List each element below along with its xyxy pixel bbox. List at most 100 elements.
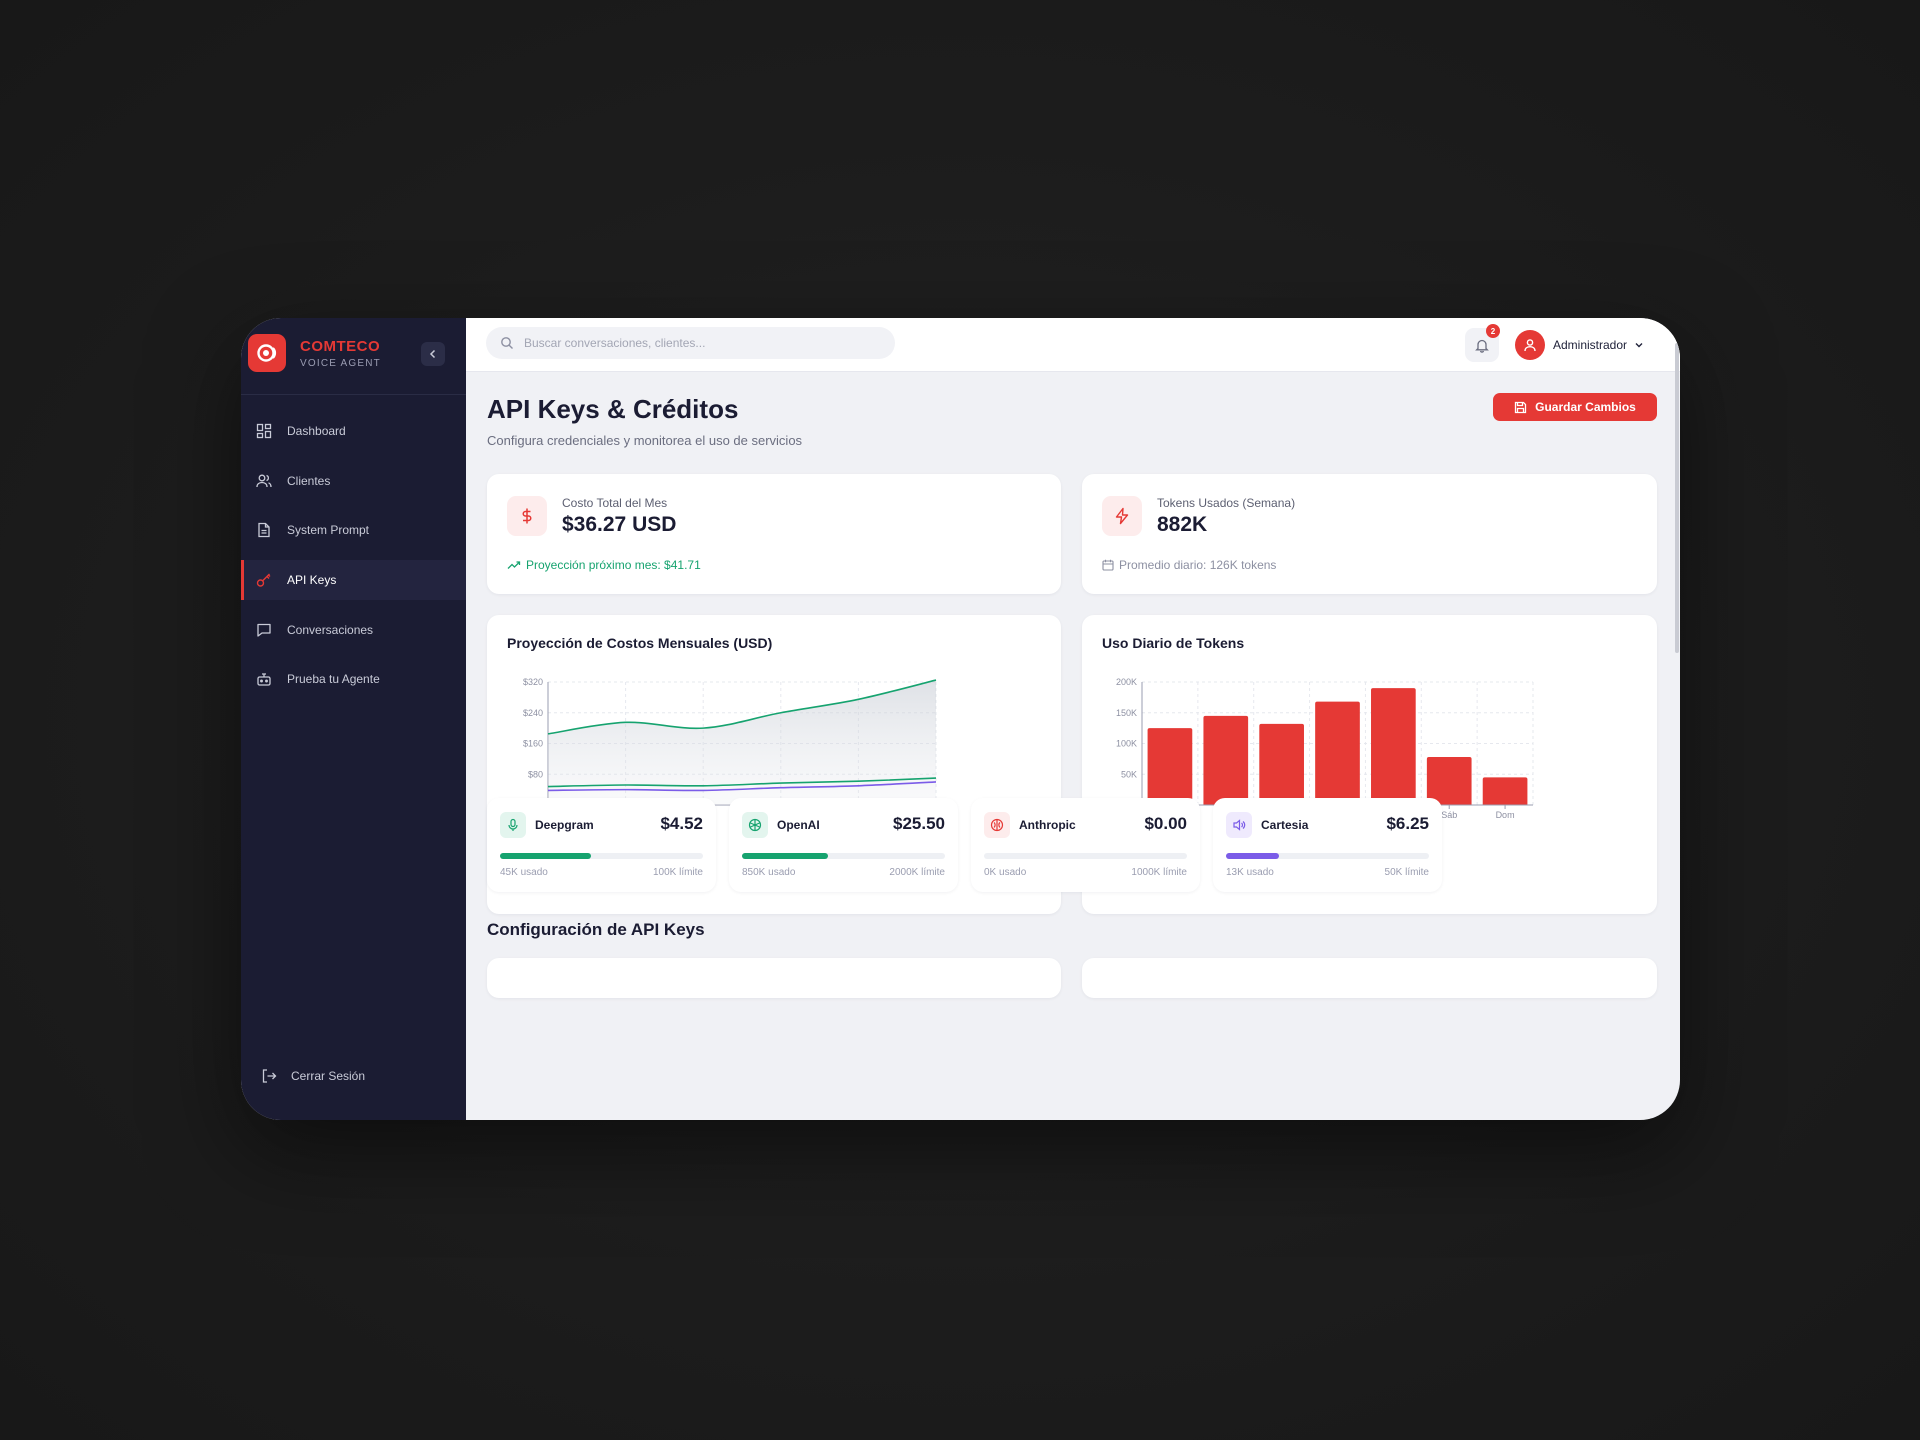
openai-icon: [742, 812, 768, 838]
cost-stat-card: Costo Total del Mes $36.27 USD Proyecció…: [487, 474, 1061, 594]
provider-card-anthropic[interactable]: Anthropic $0.00 0K usado 1000K límite: [971, 798, 1200, 892]
speaker-icon: [1226, 812, 1252, 838]
user-icon: [1524, 339, 1536, 352]
sidebar-item-label: System Prompt: [287, 523, 370, 538]
provider-cost: $25.50: [893, 814, 945, 833]
cost-stat-value: $36.27 USD: [562, 513, 677, 536]
trending-up-icon: [507, 560, 521, 570]
grid-icon: [255, 422, 273, 440]
y-tick-label: $240: [523, 708, 543, 718]
y-tick-label: $160: [523, 739, 543, 749]
page-subtitle: Configura credenciales y monitorea el us…: [487, 433, 803, 448]
provider-name: Cartesia: [1261, 818, 1309, 832]
provider-header: Anthropic: [984, 812, 1076, 838]
sidebar-item-label: Prueba tu Agente: [287, 672, 380, 687]
provider-limit: 100K límite: [652, 867, 703, 878]
provider-header: OpenAI: [742, 812, 820, 838]
search-bar[interactable]: [486, 327, 895, 359]
chat-icon: [255, 621, 273, 639]
sidebar-item-conversaciones[interactable]: Conversaciones: [241, 610, 466, 650]
bot-icon: [255, 670, 273, 688]
usage-progress-bar: [1226, 853, 1429, 859]
user-menu[interactable]: Administrador: [1515, 328, 1644, 362]
provider-used: 13K usado: [1226, 867, 1274, 878]
chevron-down-icon: [1634, 340, 1644, 350]
provider-limit: 2000K límite: [889, 867, 945, 878]
provider-header: Cartesia: [1226, 812, 1308, 838]
cost-projection-text: Proyección próximo mes: $41.71: [526, 558, 701, 572]
provider-card-cartesia[interactable]: Cartesia $6.25 13K usado 50K límite: [1213, 798, 1442, 892]
sidebar-item-api-keys[interactable]: API Keys: [241, 560, 466, 601]
provider-used: 45K usado: [500, 867, 548, 878]
search-input[interactable]: [524, 336, 874, 350]
provider-cost: $6.25: [1386, 814, 1429, 833]
sidebar-item-label: Conversaciones: [287, 622, 374, 637]
usage-progress-bar: [742, 853, 945, 859]
bar-dom: [1482, 777, 1528, 805]
notifications-button[interactable]: 2: [1465, 324, 1500, 362]
bar-vie: [1371, 688, 1416, 805]
sidebar-item-clientes[interactable]: Clientes: [241, 461, 466, 501]
avatar: [1515, 330, 1545, 360]
tokens-stat-value: 882K: [1157, 513, 1208, 536]
y-tick-label: $320: [523, 677, 543, 687]
provider-name: Deepgram: [535, 818, 594, 832]
brand-name: COMTECO: [300, 337, 381, 355]
usage-progress-fill: [500, 853, 591, 859]
notification-badge: 2: [1486, 324, 1500, 338]
provider-name: OpenAI: [777, 818, 820, 832]
usage-progress-fill: [1226, 853, 1279, 859]
usage-progress-fill: [742, 853, 828, 859]
chevron-left-icon: [429, 349, 436, 359]
cost-projection: Proyección próximo mes: $41.71: [507, 558, 701, 572]
bar-mié: [1259, 723, 1304, 805]
topbar: 2 Administrador: [466, 318, 1680, 372]
y-tick-label: $80: [528, 769, 543, 779]
tokens-stat-label: Tokens Usados (Semana): [1157, 496, 1296, 510]
users-icon: [255, 472, 273, 490]
divider: [241, 394, 466, 395]
document-icon: [255, 521, 273, 539]
provider-cost: $4.52: [660, 814, 703, 833]
sidebar-item-prueba-agente[interactable]: Prueba tu Agente: [241, 659, 466, 699]
y-tick-label: 200K: [1116, 677, 1137, 687]
y-tick-label: 150K: [1116, 708, 1137, 718]
app-window: COMTECO VOICE AGENT Dashboard Clientes S…: [241, 318, 1680, 1120]
save-icon: [1514, 401, 1527, 414]
search-icon: [501, 337, 513, 349]
brand[interactable]: COMTECO VOICE AGENT: [248, 334, 381, 372]
sidebar-item-system-prompt[interactable]: System Prompt: [241, 510, 466, 550]
tokens-stat-card: Tokens Usados (Semana) 882K Promedio dia…: [1082, 474, 1657, 594]
sidebar-nav: Dashboard Clientes System Prompt API Key…: [241, 411, 466, 709]
api-key-card: [1082, 958, 1657, 998]
collapse-sidebar-button[interactable]: [421, 342, 445, 366]
y-tick-label: 50K: [1121, 769, 1137, 779]
bar-jue: [1315, 701, 1360, 805]
calendar-icon: [1102, 559, 1114, 571]
main-content: API Keys & Créditos Configura credencial…: [466, 372, 1680, 1120]
logout-icon: [261, 1068, 277, 1084]
logo-icon: [248, 334, 286, 372]
logout-button[interactable]: Cerrar Sesión: [261, 1068, 365, 1084]
sidebar-item-dashboard[interactable]: Dashboard: [241, 411, 466, 451]
provider-card-openai[interactable]: OpenAI $25.50 850K usado 2000K límite: [729, 798, 958, 892]
save-button[interactable]: Guardar Cambios: [1493, 393, 1657, 421]
provider-header: Deepgram: [500, 812, 594, 838]
provider-card-deepgram[interactable]: Deepgram $4.52 45K usado 100K límite: [487, 798, 716, 892]
mic-icon: [500, 812, 526, 838]
brain-icon: [984, 812, 1010, 838]
bell-icon: [1475, 339, 1489, 353]
sidebar-item-label: Clientes: [287, 473, 331, 488]
series-area-0: [548, 680, 936, 805]
page-title: API Keys & Créditos: [487, 394, 739, 424]
tokens-average-text: Promedio diario: 126K tokens: [1119, 558, 1277, 572]
api-key-card: [487, 958, 1061, 998]
provider-cost: $0.00: [1144, 814, 1187, 833]
provider-used: 0K usado: [984, 867, 1027, 878]
lightning-icon: [1102, 496, 1142, 536]
logout-label: Cerrar Sesión: [291, 1069, 366, 1083]
brand-subtitle: VOICE AGENT: [300, 357, 381, 369]
dollar-icon: [507, 496, 547, 536]
usage-progress-bar: [500, 853, 703, 859]
scrollbar[interactable]: [1675, 343, 1679, 653]
